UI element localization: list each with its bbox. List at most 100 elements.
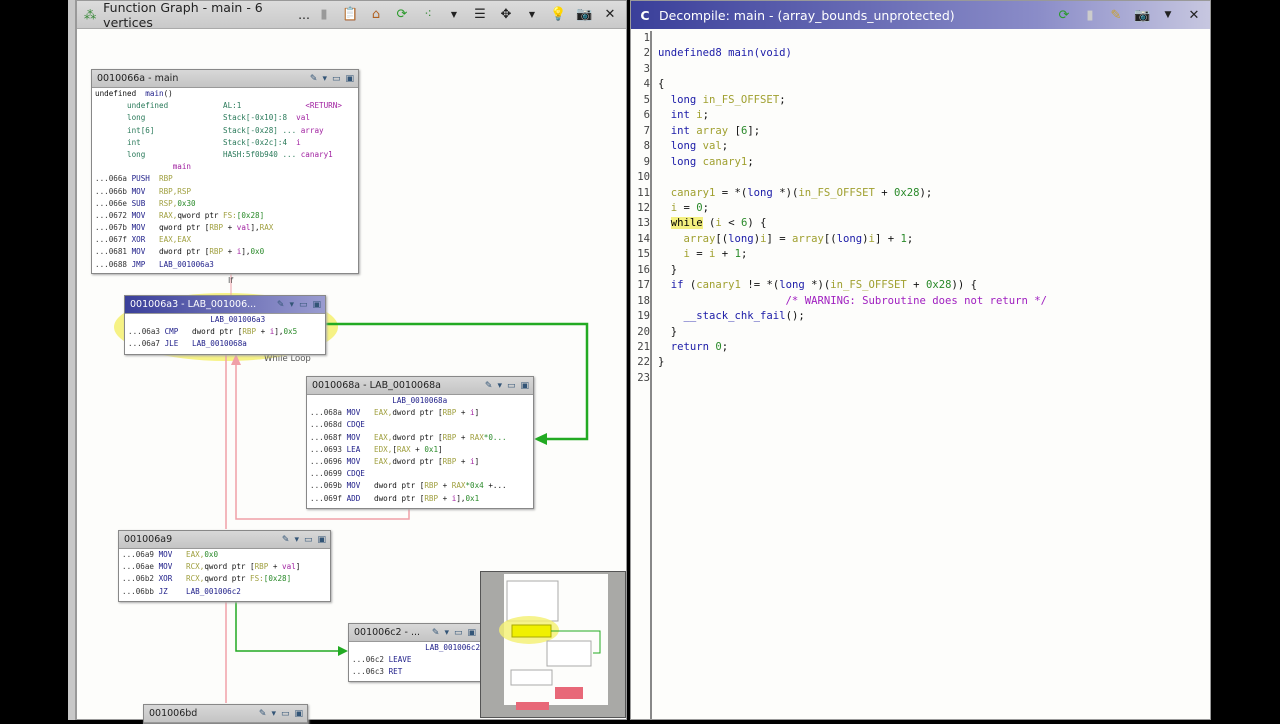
instruction-line[interactable]: ...066b MOV RBP,RSP (92, 186, 358, 198)
edit-label-icon[interactable]: ✎ (485, 381, 493, 391)
code-block-header[interactable]: 0010066a - main ✎ ▾ ▭ ▣ (92, 70, 358, 88)
dropdown-icon[interactable]: ▾ (271, 709, 276, 719)
decompiled-code[interactable]: undefined8 main(void) { long in_FS_OFFSET… (631, 29, 1210, 719)
instruction-line[interactable]: ...0681 MOV dword ptr [RBP + i],0x0 (92, 246, 358, 258)
close-icon[interactable]: ✕ (1186, 8, 1202, 23)
code-line[interactable]: { (658, 77, 664, 92)
instruction-line[interactable]: ...06c2 LEAVE (349, 654, 480, 666)
dropdown-icon[interactable]: ▾ (289, 300, 294, 310)
instruction-line[interactable]: ...069b MOV dword ptr [RBP + RAX*0x4 +..… (307, 480, 533, 492)
code-block-b4[interactable]: 001006a9 ✎ ▾ ▭ ▣ ...06a9 MOV EAX,0x0 ...06ae M… (118, 530, 331, 602)
token: + (410, 444, 425, 454)
code-line[interactable]: /* WARNING: Subroutine does not return *… (658, 294, 1048, 309)
instruction-line[interactable]: ...067f XOR EAX,EAX (92, 234, 358, 246)
fullscreen-icon[interactable]: ▣ (312, 300, 321, 310)
instruction-line[interactable]: ...067b MOV qword ptr [RBP + val],RAX (92, 222, 358, 234)
code-block-b2[interactable]: 001006a3 - LAB_001006... ✎ ▾ ▭ ▣ LAB_001006a… (124, 295, 326, 355)
satellite-overview[interactable] (480, 571, 626, 718)
instruction-line[interactable]: undefined main() (92, 88, 358, 100)
instruction-line[interactable]: ...068a MOV EAX,dword ptr [RBP + i] (307, 407, 533, 419)
code-line[interactable]: long in_FS_OFFSET; (658, 93, 786, 108)
fullscreen-icon[interactable]: ▣ (467, 628, 476, 638)
snapshot-icon[interactable]: 📷 (1134, 8, 1150, 23)
fullscreen-icon[interactable]: ▣ (345, 74, 354, 84)
fullscreen-icon[interactable]: ▣ (294, 709, 303, 719)
code-line[interactable]: array[(long)i] = array[(long)i] + 1; (658, 232, 914, 247)
code-block-b5[interactable]: 001006c2 - ... ✎ ▾ ▭ ▣ LAB_001006c2 ...06c2 L… (348, 623, 481, 682)
restore-icon[interactable]: ▭ (299, 300, 308, 310)
instruction-line[interactable]: ...0696 MOV EAX,dword ptr [RBP + i] (307, 456, 533, 468)
code-block-header[interactable]: 001006bd ✎ ▾ ▭ ▣ (144, 705, 307, 723)
code-block-header[interactable]: 001006c2 - ... ✎ ▾ ▭ ▣ (349, 624, 480, 642)
code-line[interactable]: int i; (658, 108, 709, 123)
edit-label-icon[interactable]: ✎ (282, 535, 290, 545)
instruction-line[interactable]: main (92, 161, 358, 173)
dropdown-icon[interactable]: ▾ (497, 381, 502, 391)
copy-icon[interactable]: ▮ (1082, 8, 1098, 23)
instruction-line[interactable]: undefined AL:1 <RETURN> (92, 100, 358, 112)
fullscreen-icon[interactable]: ▣ (520, 381, 529, 391)
token: RBP (209, 223, 224, 233)
instruction-line[interactable]: LAB_001006a3 (125, 314, 325, 326)
code-line[interactable]: int array [6]; (658, 124, 760, 139)
edit-icon[interactable]: ✎ (1108, 8, 1124, 23)
instruction-line[interactable]: LAB_0010068a (307, 395, 533, 407)
dropdown-icon[interactable]: ▾ (322, 74, 327, 84)
code-block-b6[interactable]: 001006bd ✎ ▾ ▭ ▣ (143, 704, 308, 724)
code-block-header[interactable]: 001006a3 - LAB_001006... ✎ ▾ ▭ ▣ (125, 296, 325, 314)
code-line[interactable]: canary1 = *(long *)(in_FS_OFFSET + 0x28)… (658, 186, 933, 201)
menu-dropdown-icon[interactable]: ▼ (1160, 10, 1176, 20)
edit-label-icon[interactable]: ✎ (310, 74, 318, 84)
refresh-icon[interactable]: ⟳ (1056, 8, 1072, 23)
instruction-line[interactable]: long HASH:5f0b940 ... canary1 (92, 149, 358, 161)
instruction-line[interactable]: ...069f ADD dword ptr [RBP + i],0x1 (307, 493, 533, 505)
code-block-b1[interactable]: 0010066a - main ✎ ▾ ▭ ▣ undefined main() unde… (91, 69, 359, 274)
fullscreen-icon[interactable]: ▣ (317, 535, 326, 545)
instruction-line[interactable]: ...0688 JMP LAB_001006a3 (92, 259, 358, 271)
code-line[interactable]: return 0; (658, 340, 728, 355)
code-block-header[interactable]: 0010068a - LAB_0010068a ✎ ▾ ▭ ▣ (307, 377, 533, 395)
instruction-line[interactable]: ...066a PUSH RBP (92, 173, 358, 185)
edit-label-icon[interactable]: ✎ (277, 300, 285, 310)
instruction-line[interactable]: ...0693 LEA EDX,[RAX + 0x1] (307, 444, 533, 456)
dropdown-icon[interactable]: ▾ (294, 535, 299, 545)
code-line[interactable]: undefined8 main(void) (658, 46, 792, 61)
instruction-line[interactable]: ...0699 CDQE (307, 468, 533, 480)
edit-label-icon[interactable]: ✎ (259, 709, 267, 719)
restore-icon[interactable]: ▭ (304, 535, 313, 545)
instruction-line[interactable]: ...068d CDQE (307, 419, 533, 431)
code-line[interactable]: } (658, 325, 677, 340)
instruction-line[interactable]: ...0672 MOV RAX,qword ptr FS:[0x28] (92, 210, 358, 222)
instruction-line[interactable]: ...066e SUB RSP,0x30 (92, 198, 358, 210)
line-number: 9 (643, 155, 650, 168)
restore-icon[interactable]: ▭ (507, 381, 516, 391)
code-line[interactable]: __stack_chk_fail(); (658, 309, 805, 324)
code-line[interactable]: if (canary1 != *(long *)(in_FS_OFFSET + … (658, 278, 977, 293)
instruction-line[interactable]: ...06bb JZ LAB_001006c2 (119, 586, 330, 598)
instruction-line[interactable]: ...06a3 CMP dword ptr [RBP + i],0x5 (125, 326, 325, 338)
instruction-line[interactable]: ...068f MOV EAX,dword ptr [RBP + RAX*0..… (307, 432, 533, 444)
restore-icon[interactable]: ▭ (281, 709, 290, 719)
instruction-line[interactable]: ...06a9 MOV EAX,0x0 (119, 549, 330, 561)
restore-icon[interactable]: ▭ (332, 74, 341, 84)
instruction-line[interactable]: int Stack[-0x2c]:4 i (92, 137, 358, 149)
instruction-line[interactable]: ...06a7 JLE LAB_0010068a (125, 338, 325, 350)
code-line[interactable]: } (658, 263, 677, 278)
instruction-line[interactable]: LAB_001006c2 (349, 642, 480, 654)
code-line[interactable]: i = 0; (658, 201, 709, 216)
instruction-line[interactable]: ...06ae MOV RCX,qword ptr [RBP + val] (119, 561, 330, 573)
dropdown-icon[interactable]: ▾ (444, 628, 449, 638)
instruction-line[interactable]: ...06b2 XOR RCX,qword ptr FS:[0x28] (119, 573, 330, 585)
edit-label-icon[interactable]: ✎ (432, 628, 440, 638)
code-line[interactable]: } (658, 355, 664, 370)
code-block-header[interactable]: 001006a9 ✎ ▾ ▭ ▣ (119, 531, 330, 549)
code-line[interactable]: long val; (658, 139, 728, 154)
code-block-b3[interactable]: 0010068a - LAB_0010068a ✎ ▾ ▭ ▣ LAB_0010068a… (306, 376, 534, 509)
code-line[interactable]: while (i < 6) { (658, 216, 766, 231)
instruction-line[interactable]: long Stack[-0x10]:8 val (92, 112, 358, 124)
instruction-line[interactable]: ...06c3 RET (349, 666, 480, 678)
code-line[interactable]: i = i + 1; (658, 247, 748, 262)
instruction-line[interactable]: int[6] Stack[-0x28] ... array (92, 125, 358, 137)
restore-icon[interactable]: ▭ (454, 628, 463, 638)
code-line[interactable]: long canary1; (658, 155, 754, 170)
